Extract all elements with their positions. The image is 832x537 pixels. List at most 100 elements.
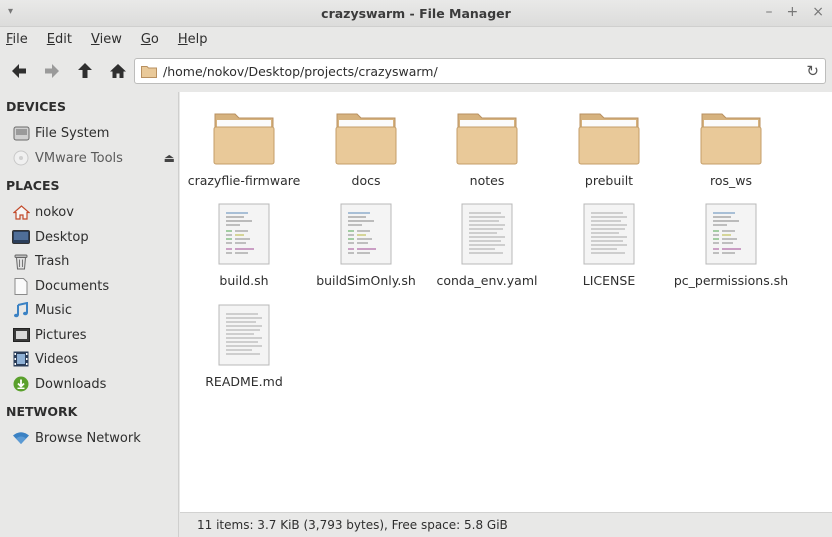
file-item-folder[interactable]: prebuilt [548, 110, 670, 188]
file-item-text[interactable]: LICENSE [548, 203, 670, 288]
file-item-text[interactable]: conda_env.yaml [426, 203, 548, 288]
file-view: crazyflie-firmware docs notes prebuilt r… [180, 92, 832, 512]
sidebar-item-nokov[interactable]: nokov [12, 201, 177, 223]
home-icon [110, 64, 126, 78]
minimize-button[interactable]: – [766, 4, 773, 20]
location-path: /home/nokov/Desktop/projects/crazyswarm/ [163, 63, 438, 79]
toolbar: /home/nokov/Desktop/projects/crazyswarm/… [0, 51, 832, 91]
downloads-icon [12, 375, 30, 393]
text-file-icon [461, 203, 513, 265]
file-name: pc_permissions.sh [673, 273, 789, 288]
window-controls: – + × [766, 4, 824, 20]
script-file-icon [340, 203, 392, 265]
sidebar-header-devices: DEVICES [6, 99, 66, 114]
file-item-script[interactable]: pc_permissions.sh [670, 203, 792, 288]
status-text: 11 items: 3.7 KiB (3,793 bytes), Free sp… [197, 518, 508, 532]
file-name: notes [469, 173, 505, 188]
drive-icon [12, 124, 30, 142]
menu-file[interactable]: File [6, 32, 28, 47]
music-icon [12, 301, 30, 319]
file-name: crazyflie-firmware [187, 173, 301, 188]
sidebar-item-downloads[interactable]: Downloads [12, 373, 177, 395]
sidebar-item-label: nokov [35, 204, 74, 220]
sidebar-item-label: Documents [35, 278, 110, 294]
videos-icon [12, 350, 30, 368]
sidebar-header-places: PLACES [6, 178, 60, 193]
script-file-icon [218, 203, 270, 265]
home-button[interactable] [107, 59, 129, 83]
sidebar-item-label: VMware Tools [35, 150, 123, 166]
arrow-up-icon [78, 63, 92, 78]
file-name: README.md [205, 374, 283, 389]
file-name: ros_ws [709, 173, 752, 188]
file-item-folder[interactable]: crazyflie-firmware [183, 110, 305, 188]
sidebar-item-videos[interactable]: Videos [12, 348, 177, 370]
menu-go[interactable]: Go [141, 32, 159, 47]
title-bar: ▾ crazyswarm - File Manager – + × [0, 0, 832, 27]
folder-icon [456, 113, 518, 165]
menu-bar: File Edit View Go Help [0, 27, 832, 51]
sidebar-header-network: NETWORK [6, 404, 78, 419]
sidebar-item-pictures[interactable]: Pictures [12, 324, 177, 346]
sidebar-item-label: Music [35, 302, 72, 318]
sidebar-item-label: Downloads [35, 376, 107, 392]
pictures-icon [12, 326, 30, 344]
menu-edit[interactable]: Edit [47, 32, 72, 47]
document-icon [12, 277, 30, 295]
sidebar-item-label: Browse Network [35, 430, 141, 446]
back-button[interactable] [8, 59, 30, 83]
sidebar-item-file-system[interactable]: File System [12, 122, 177, 144]
folder-icon [213, 113, 275, 165]
file-name: LICENSE [582, 273, 636, 288]
sidebar-item-documents[interactable]: Documents [12, 275, 177, 297]
disc-icon [12, 149, 30, 167]
text-file-icon [218, 304, 270, 366]
folder-icon [700, 113, 762, 165]
reload-icon[interactable]: ↻ [806, 62, 819, 80]
sidebar-item-desktop[interactable]: Desktop [12, 226, 177, 248]
script-file-icon [705, 203, 757, 265]
menu-view[interactable]: View [91, 32, 122, 47]
wifi-icon [12, 429, 30, 447]
file-item-folder[interactable]: ros_ws [670, 110, 792, 188]
folder-icon [578, 113, 640, 165]
window-menu-button[interactable]: ▾ [8, 6, 13, 17]
sidebar-item-trash[interactable]: Trash [12, 250, 177, 272]
forward-button[interactable] [41, 59, 63, 83]
file-name: build.sh [219, 273, 269, 288]
trash-icon [12, 252, 30, 270]
file-item-folder[interactable]: docs [305, 110, 427, 188]
menu-help[interactable]: Help [178, 32, 208, 47]
sidebar-item-music[interactable]: Music [12, 299, 177, 321]
file-name: buildSimOnly.sh [316, 273, 416, 288]
close-button[interactable]: × [812, 4, 824, 20]
file-item-script[interactable]: build.sh [183, 203, 305, 288]
arrow-left-icon [12, 64, 26, 78]
home-icon [12, 203, 30, 221]
sidebar: DEVICES File System VMware Tools ⏏ PLACE… [0, 92, 179, 537]
up-button[interactable] [74, 59, 96, 83]
location-bar[interactable]: /home/nokov/Desktop/projects/crazyswarm/… [134, 58, 826, 84]
status-bar: 11 items: 3.7 KiB (3,793 bytes), Free sp… [180, 512, 832, 537]
sidebar-item-browse-network[interactable]: Browse Network [12, 427, 177, 449]
sidebar-item-label: Desktop [35, 229, 89, 245]
desktop-icon [12, 228, 30, 246]
folder-icon [335, 113, 397, 165]
sidebar-item-label: File System [35, 125, 110, 141]
text-file-icon [583, 203, 635, 265]
file-name: conda_env.yaml [436, 273, 538, 288]
sidebar-item-label: Videos [35, 351, 79, 367]
sidebar-item-label: Trash [35, 253, 70, 269]
eject-icon[interactable]: ⏏ [164, 151, 175, 165]
window-title: crazyswarm - File Manager [321, 5, 511, 21]
sidebar-item-label: Pictures [35, 327, 87, 343]
file-name: prebuilt [584, 173, 634, 188]
file-item-text[interactable]: README.md [183, 304, 305, 389]
file-item-folder[interactable]: notes [426, 110, 548, 188]
folder-icon [141, 65, 157, 78]
file-name: docs [351, 173, 381, 188]
sidebar-item-vmware-tools[interactable]: VMware Tools ⏏ [12, 147, 177, 169]
file-item-script[interactable]: buildSimOnly.sh [305, 203, 427, 288]
arrow-right-icon [45, 64, 59, 78]
maximize-button[interactable]: + [787, 4, 799, 20]
